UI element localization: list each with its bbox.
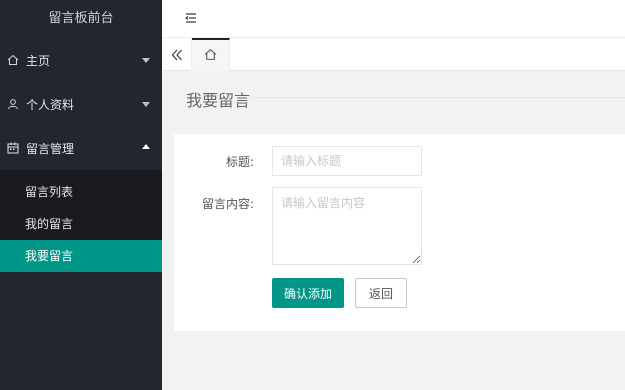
chevron-down-icon xyxy=(142,102,150,107)
content-label: 留言内容: xyxy=(201,197,254,211)
sidebar-item-home[interactable]: 主页 xyxy=(0,38,162,82)
title-input[interactable] xyxy=(272,146,422,176)
sidebar-subitem-post-message[interactable]: 我要留言 xyxy=(0,240,162,272)
sidebar-item-profile[interactable]: 个人资料 xyxy=(0,82,162,126)
sidebar-item-message-management[interactable]: 留言管理 xyxy=(0,126,162,170)
content-textarea[interactable] xyxy=(272,187,422,265)
calendar-icon xyxy=(6,141,20,155)
top-header xyxy=(162,0,625,38)
sidebar-subitem-message-list[interactable]: 留言列表 xyxy=(0,176,162,208)
sidebar-item-label: 主页 xyxy=(26,53,51,68)
user-icon xyxy=(6,97,20,111)
menu-fold-icon[interactable] xyxy=(184,11,200,27)
chevron-up-icon xyxy=(142,144,150,149)
back-button[interactable]: 返回 xyxy=(355,278,407,308)
home-icon xyxy=(6,53,20,67)
home-icon xyxy=(204,48,217,64)
subnav: 留言列表 我的留言 我要留言 xyxy=(0,170,162,272)
title-label: 标题: xyxy=(225,155,254,169)
tab-bar xyxy=(162,38,625,71)
sidebar-subitem-my-messages[interactable]: 我的留言 xyxy=(0,208,162,240)
double-chevron-left-icon[interactable] xyxy=(162,38,192,71)
app-logo: 留言板前台 xyxy=(48,11,114,26)
sidebar-item-label: 个人资料 xyxy=(26,97,75,112)
page-title: 我要留言 xyxy=(186,91,251,110)
form-card: 标题: 留言内容: 确认添加 返回 xyxy=(174,134,625,331)
divider xyxy=(250,97,625,98)
submit-button[interactable]: 确认添加 xyxy=(272,278,344,308)
chevron-down-icon xyxy=(142,58,150,63)
sidebar-item-label: 留言管理 xyxy=(26,141,75,156)
tab-home[interactable] xyxy=(192,38,230,71)
sidebar: 留言板前台 主页 个人资料 留言管理 留言列表 我的留言 我要留言 xyxy=(0,0,162,390)
